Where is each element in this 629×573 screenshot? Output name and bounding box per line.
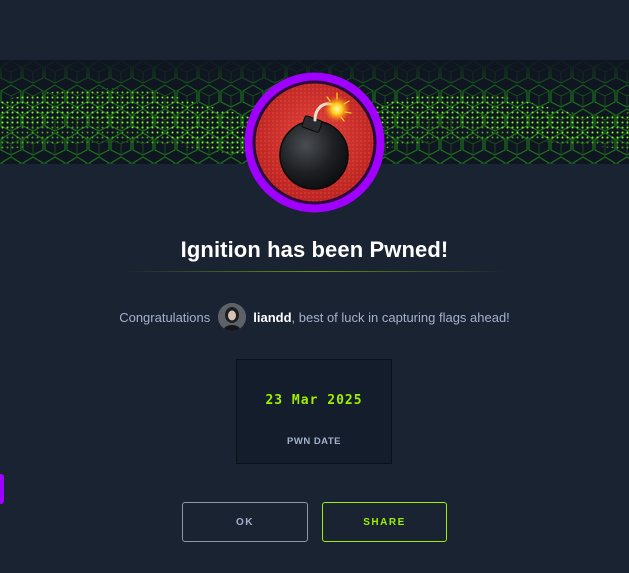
congrats-suffix: , best of luck in capturing flags ahead!: [291, 309, 510, 325]
title-divider: [124, 271, 505, 272]
modal-top: [0, 0, 629, 60]
bomb-badge: [243, 71, 386, 214]
congrats-line: Congratulations liandd , best of luck in…: [0, 302, 629, 332]
share-button[interactable]: SHARE: [322, 502, 447, 542]
side-tab[interactable]: [0, 474, 4, 504]
username[interactable]: liandd: [253, 310, 291, 325]
pwn-date-value: 23 Mar 2025: [265, 393, 363, 408]
user-avatar-icon: [218, 303, 247, 331]
ok-button[interactable]: OK: [182, 502, 308, 542]
congrats-prefix: Congratulations: [119, 309, 211, 325]
avatar: [218, 303, 247, 331]
page-title: Ignition has been Pwned!: [180, 237, 449, 262]
pwn-date-card: 23 Mar 2025 PWN DATE: [236, 359, 392, 464]
bomb-icon: [244, 72, 385, 213]
pwn-date-label: PWN DATE: [287, 436, 341, 447]
